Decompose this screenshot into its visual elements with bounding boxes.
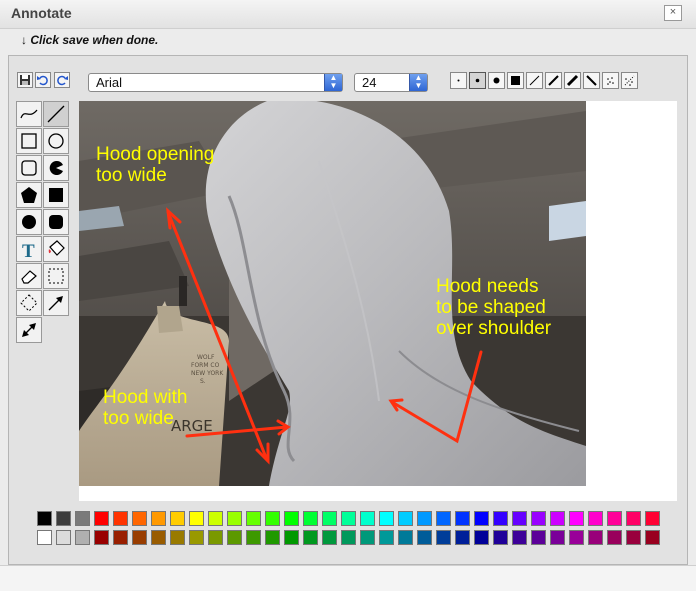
color-swatch[interactable] bbox=[512, 511, 527, 526]
color-swatch[interactable] bbox=[607, 530, 622, 545]
color-swatch[interactable] bbox=[436, 530, 451, 545]
color-swatch[interactable] bbox=[531, 511, 546, 526]
color-swatch[interactable] bbox=[474, 511, 489, 526]
annotation-hood-shoulder: Hood needs to be shaped over shoulder bbox=[436, 276, 552, 339]
annotation-arrows bbox=[166, 207, 483, 465]
color-swatch[interactable] bbox=[246, 530, 261, 545]
color-swatch[interactable] bbox=[322, 530, 337, 545]
color-swatch[interactable] bbox=[265, 530, 280, 545]
color-swatch[interactable] bbox=[436, 511, 451, 526]
color-swatch[interactable] bbox=[227, 530, 242, 545]
color-swatch[interactable] bbox=[132, 511, 147, 526]
color-swatch[interactable] bbox=[208, 511, 223, 526]
arrow-with-stroke bbox=[185, 425, 289, 438]
color-swatch[interactable] bbox=[588, 530, 603, 545]
color-swatch[interactable] bbox=[493, 530, 508, 545]
color-swatch[interactable] bbox=[588, 511, 603, 526]
color-swatch[interactable] bbox=[189, 530, 204, 545]
color-swatch[interactable] bbox=[170, 511, 185, 526]
color-swatch[interactable] bbox=[417, 511, 432, 526]
color-swatch[interactable] bbox=[569, 530, 584, 545]
color-swatch[interactable] bbox=[626, 511, 641, 526]
color-swatch[interactable] bbox=[56, 511, 71, 526]
color-swatch[interactable] bbox=[151, 511, 166, 526]
color-swatch[interactable] bbox=[550, 511, 565, 526]
color-swatch[interactable] bbox=[322, 511, 337, 526]
color-swatch[interactable] bbox=[113, 530, 128, 545]
color-swatch[interactable] bbox=[474, 530, 489, 545]
color-swatch[interactable] bbox=[303, 511, 318, 526]
color-swatch[interactable] bbox=[512, 530, 527, 545]
color-swatch[interactable] bbox=[398, 530, 413, 545]
color-swatch[interactable] bbox=[284, 511, 299, 526]
color-swatch[interactable] bbox=[550, 530, 565, 545]
color-swatch[interactable] bbox=[398, 511, 413, 526]
annotation-hood-opening: Hood opening too wide bbox=[96, 144, 215, 186]
color-swatch[interactable] bbox=[645, 530, 660, 545]
color-swatch[interactable] bbox=[360, 530, 375, 545]
color-swatch[interactable] bbox=[284, 530, 299, 545]
color-swatch[interactable] bbox=[455, 511, 470, 526]
color-swatch[interactable] bbox=[607, 511, 622, 526]
color-swatch[interactable] bbox=[360, 511, 375, 526]
color-swatch[interactable] bbox=[265, 511, 280, 526]
color-swatch[interactable] bbox=[132, 530, 147, 545]
color-swatch[interactable] bbox=[417, 530, 432, 545]
color-swatch[interactable] bbox=[37, 511, 52, 526]
color-swatch[interactable] bbox=[37, 530, 52, 545]
color-swatch[interactable] bbox=[94, 530, 109, 545]
color-swatch[interactable] bbox=[94, 511, 109, 526]
status-bar bbox=[0, 565, 696, 591]
color-swatch[interactable] bbox=[341, 530, 356, 545]
color-swatch[interactable] bbox=[569, 511, 584, 526]
color-swatch[interactable] bbox=[170, 530, 185, 545]
color-swatch[interactable] bbox=[246, 511, 261, 526]
color-swatch[interactable] bbox=[151, 530, 166, 545]
color-swatch[interactable] bbox=[208, 530, 223, 545]
color-swatch[interactable] bbox=[493, 511, 508, 526]
color-swatch[interactable] bbox=[75, 530, 90, 545]
color-swatch[interactable] bbox=[379, 530, 394, 545]
color-swatch[interactable] bbox=[227, 511, 242, 526]
color-swatch[interactable] bbox=[189, 511, 204, 526]
color-swatch[interactable] bbox=[379, 511, 394, 526]
annotation-hood-with: Hood with too wide bbox=[103, 387, 188, 429]
color-swatch[interactable] bbox=[455, 530, 470, 545]
color-swatch[interactable] bbox=[626, 530, 641, 545]
arrow-shoulder-stroke bbox=[390, 350, 483, 444]
color-swatch[interactable] bbox=[75, 511, 90, 526]
color-swatch[interactable] bbox=[645, 511, 660, 526]
color-swatch[interactable] bbox=[56, 530, 71, 545]
color-swatch[interactable] bbox=[341, 511, 356, 526]
color-swatch[interactable] bbox=[113, 511, 128, 526]
color-swatch[interactable] bbox=[303, 530, 318, 545]
color-swatch[interactable] bbox=[531, 530, 546, 545]
